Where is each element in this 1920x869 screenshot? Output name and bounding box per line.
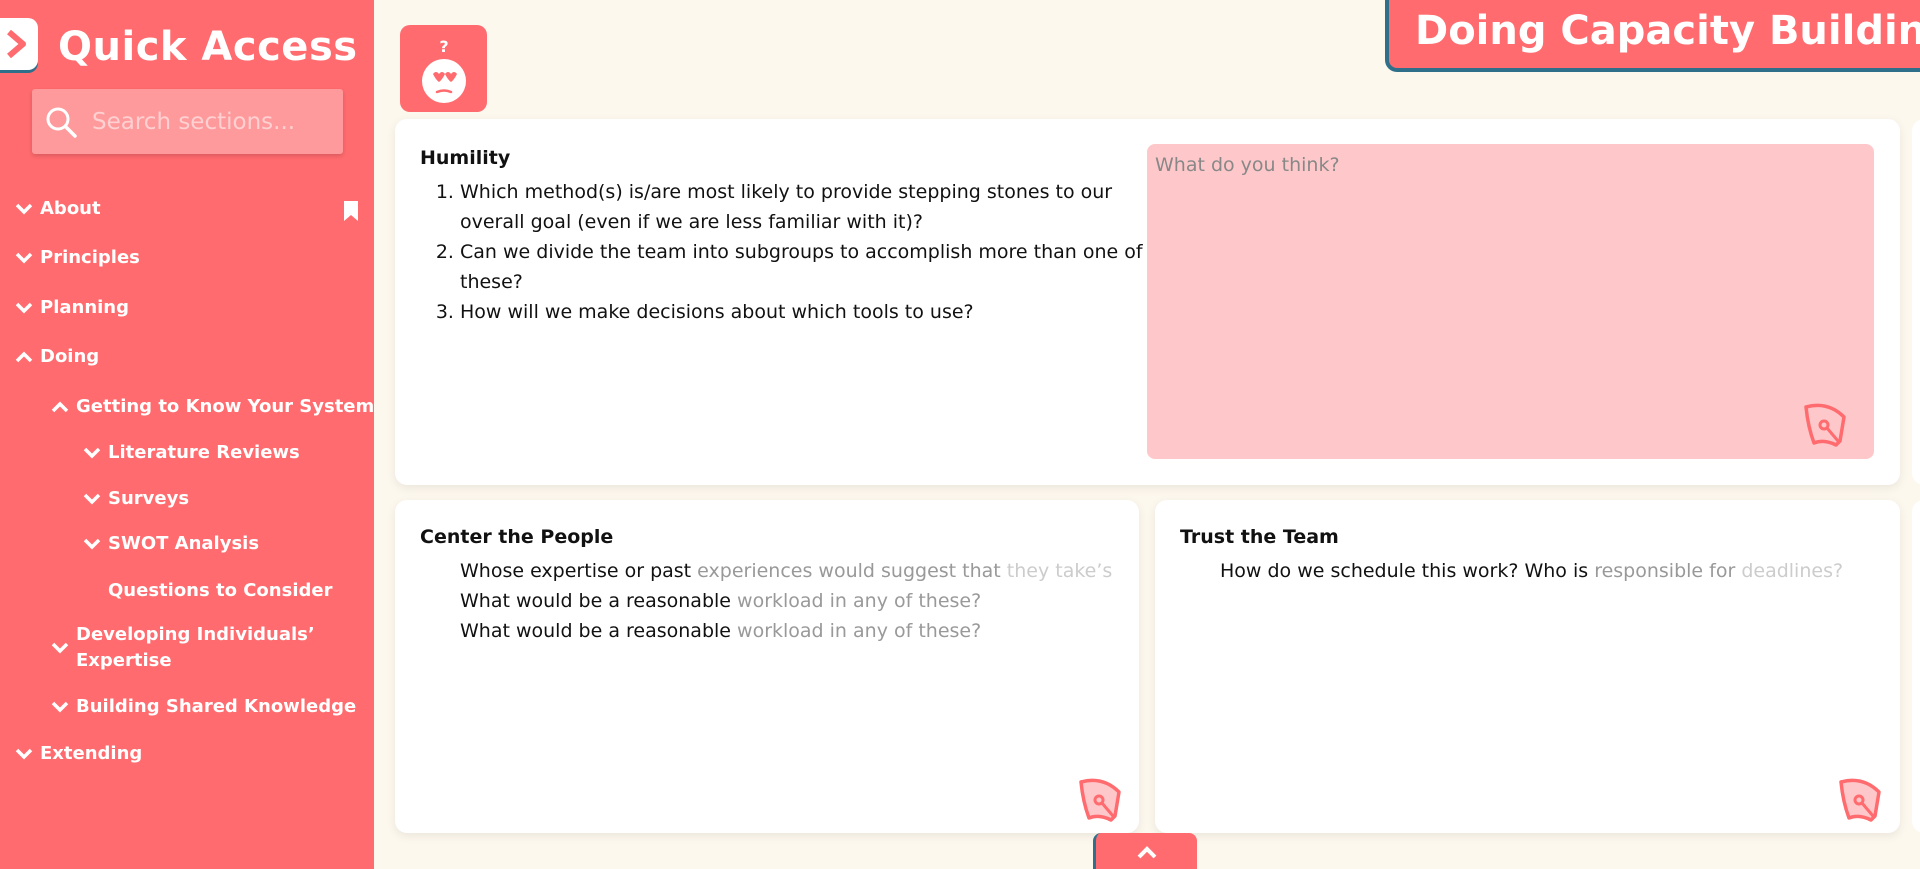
next-card-edge [1912, 119, 1920, 485]
chevron-down-icon [50, 638, 70, 658]
question-text-faded: experiences would suggest that [697, 560, 1007, 582]
card-title: Humility [420, 147, 511, 169]
sidebar-item-label: Getting to Know Your System [76, 396, 375, 417]
search-icon [46, 107, 77, 138]
question-text-faded: they take’s [1006, 560, 1113, 582]
pen-nib-icon[interactable] [1800, 399, 1850, 449]
help-emoji-button[interactable]: ? [400, 25, 487, 112]
sidebar-item-label: SWOT Analysis [108, 533, 260, 554]
sidebar-item-label: Expertise [76, 650, 172, 671]
pen-nib-icon[interactable] [1075, 774, 1125, 824]
sidebar-item-getting-to-know[interactable]: Getting to Know Your System [50, 396, 374, 417]
sidebar-item-doing[interactable]: Doing [14, 346, 99, 367]
scroll-top-button[interactable] [1093, 833, 1197, 869]
trust-content: Trust the Team How do we schedule this w… [1180, 526, 1880, 586]
sidebar-item-label: Planning [40, 297, 130, 318]
page-title: Doing Capacity Building [1415, 8, 1920, 54]
sidebar-toggle-button[interactable] [0, 18, 38, 70]
chevron-up-icon [14, 347, 34, 367]
next-card-edge [1912, 500, 1920, 833]
sidebar-item-swot-analysis[interactable]: SWOT Analysis [82, 533, 259, 554]
chevron-down-icon [82, 443, 102, 463]
sidebar-item-planning[interactable]: Planning [14, 297, 129, 318]
sidebar-item-principles[interactable]: Principles [14, 247, 140, 268]
question-text-faded: deadlines? [1741, 560, 1844, 582]
chevron-down-icon [14, 744, 34, 764]
chevron-up-icon [1137, 846, 1156, 859]
pen-nib-icon[interactable] [1835, 774, 1885, 824]
chevron-down-icon [14, 248, 34, 268]
question-item: Can we divide the team into subgroups to… [460, 237, 1150, 297]
chevron-up-icon [50, 397, 70, 417]
sidebar-item-label: About [40, 198, 101, 219]
chevron-down-icon [14, 199, 34, 219]
chevron-down-icon [50, 697, 70, 717]
sidebar-item-label: Developing Individuals’ [76, 624, 315, 645]
confused-face-icon: ? [421, 37, 466, 103]
question-item: Which method(s) is/are most likely to pr… [460, 177, 1150, 237]
sidebar-item-developing-expertise[interactable]: Developing Individuals’ Expertise [50, 622, 315, 674]
sidebar-item-label: Surveys [108, 488, 190, 509]
question-text: How do we schedule this work? Who is [1220, 560, 1595, 582]
sidebar-item-label: Doing [40, 346, 100, 367]
trust-the-team-card: Trust the Team How do we schedule this w… [1155, 500, 1900, 833]
bookmark-icon[interactable] [343, 201, 359, 221]
sidebar-item-surveys[interactable]: Surveys [82, 488, 189, 509]
center-the-people-card: Center the People Whose expertise or pas… [395, 500, 1139, 833]
question-list: Whose expertise or past experiences woul… [420, 556, 1120, 646]
search-box[interactable] [32, 89, 343, 154]
question-text: What would be a reasonable [460, 620, 738, 642]
sidebar-item-about[interactable]: About [14, 198, 101, 219]
sidebar-item-label: Literature Reviews [108, 442, 300, 463]
answer-input[interactable] [1147, 144, 1874, 459]
chevron-down-icon [82, 534, 102, 554]
question-item: What would be a reasonable workload in a… [460, 586, 1120, 616]
sidebar-item-questions-to-consider[interactable]: Questions to Consider [108, 580, 332, 601]
question-item: Whose expertise or past experiences woul… [460, 556, 1120, 586]
question-text-faded: responsible for [1594, 560, 1742, 582]
question-list: Which method(s) is/are most likely to pr… [420, 177, 1150, 327]
chevron-down-icon [14, 298, 34, 318]
sidebar-item-literature-reviews[interactable]: Literature Reviews [82, 442, 300, 463]
sidebar-item-label-wrap: Developing Individuals’ Expertise [76, 622, 315, 674]
search-input[interactable] [92, 108, 332, 135]
sidebar-item-label: Building Shared Knowledge [76, 696, 357, 717]
quick-access-sidebar: Quick Access About Principles Planning D… [0, 0, 374, 869]
question-list: How do we schedule this work? Who is res… [1180, 556, 1880, 586]
center-content: Center the People Whose expertise or pas… [420, 526, 1120, 646]
question-text: What would be a reasonable [460, 590, 738, 612]
question-item: How will we make decisions about which t… [460, 297, 1150, 327]
sidebar-item-building-shared-knowledge[interactable]: Building Shared Knowledge [50, 696, 356, 717]
card-title: Center the People [420, 526, 614, 548]
question-item: How do we schedule this work? Who is res… [1220, 556, 1880, 586]
question-text-faded: workload in any of these? [737, 620, 982, 642]
card-title: Trust the Team [1180, 526, 1339, 548]
question-text: Whose expertise or past [460, 560, 698, 582]
page-title-banner: Doing Capacity Building [1385, 0, 1920, 72]
sidebar-item-label: Extending [40, 743, 143, 764]
question-item: What would be a reasonable workload in a… [460, 616, 1120, 646]
sidebar-item-label: Questions to Consider [108, 580, 333, 601]
humility-content: Humility Which method(s) is/are most lik… [420, 147, 1150, 327]
answer-box [1147, 144, 1874, 459]
sidebar-item-label: Principles [40, 247, 140, 268]
humility-card: Humility Which method(s) is/are most lik… [395, 119, 1900, 485]
chevron-down-icon [82, 489, 102, 509]
svg-text:?: ? [439, 37, 448, 56]
chevron-right-icon [7, 29, 26, 59]
sidebar-item-extending[interactable]: Extending [14, 743, 142, 764]
question-text-faded: workload in any of these? [737, 590, 982, 612]
sidebar-title: Quick Access [58, 24, 358, 70]
